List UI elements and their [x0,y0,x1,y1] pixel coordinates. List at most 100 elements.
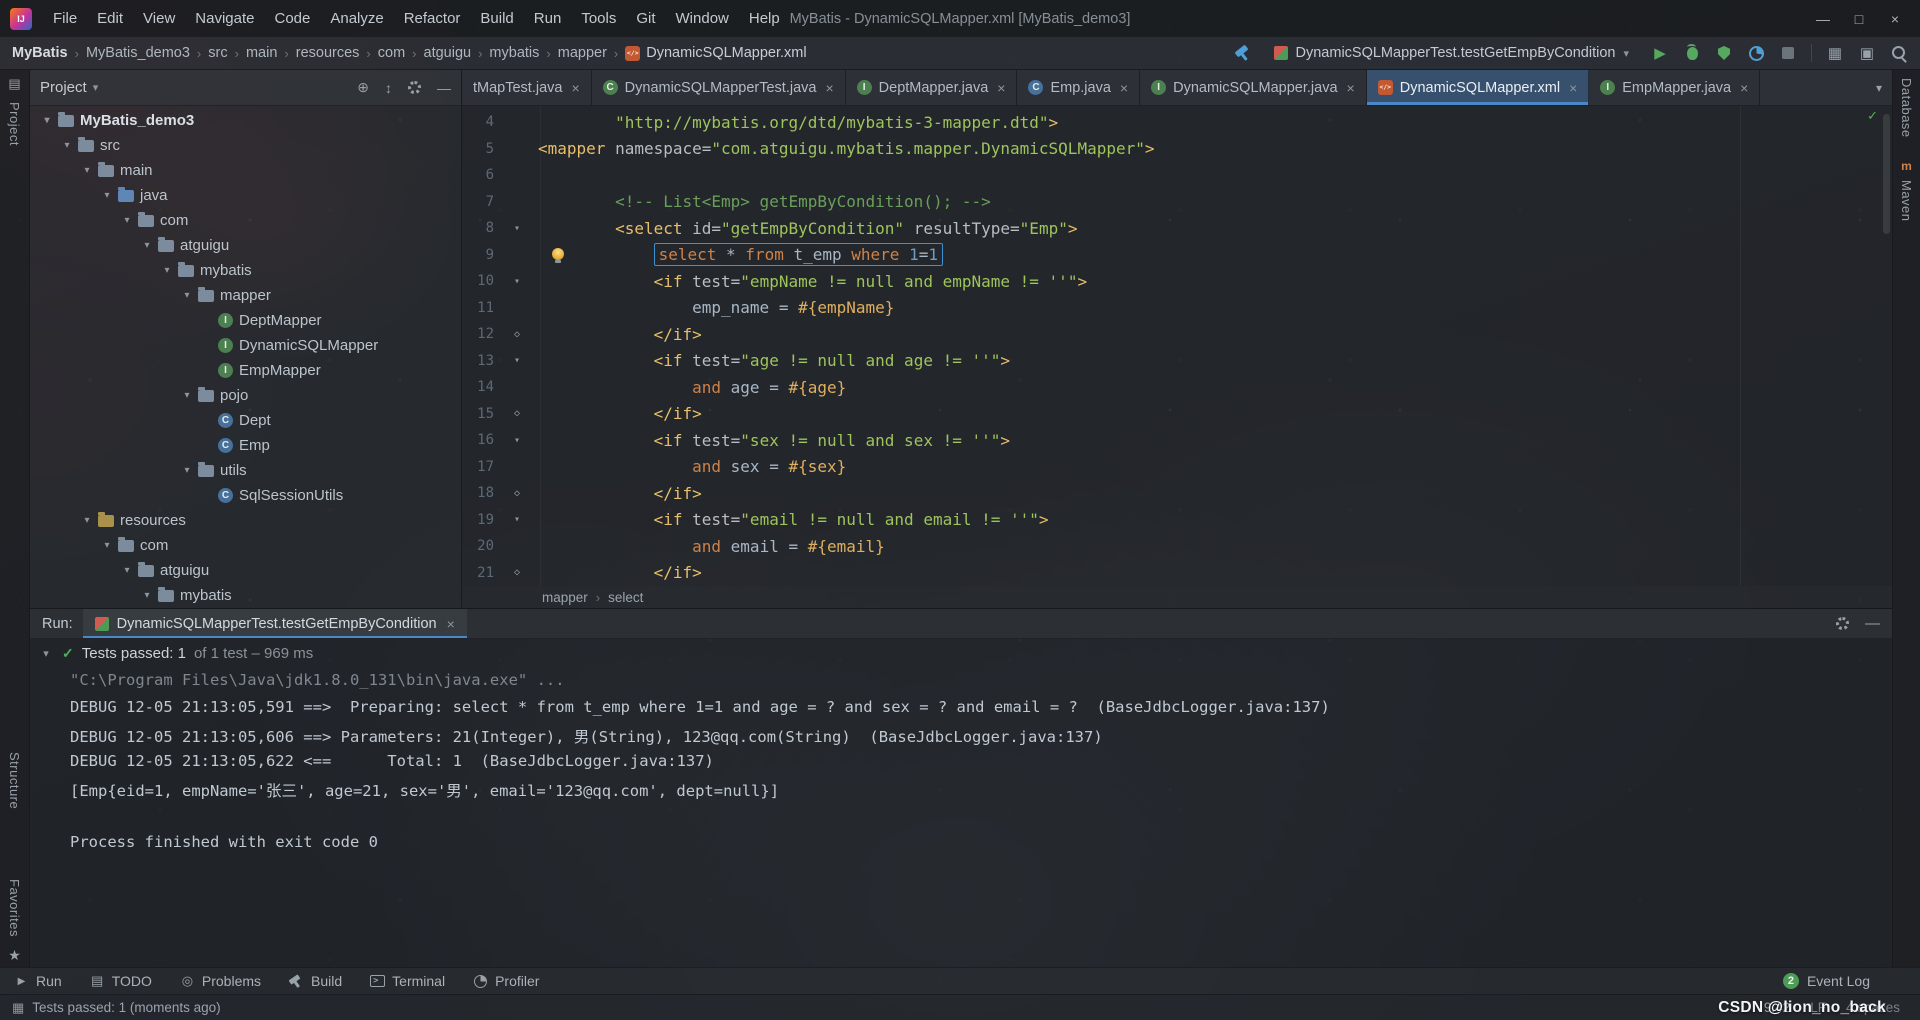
run-config-selector[interactable]: DynamicSQLMapperTest.testGetEmpByConditi… [1266,42,1637,64]
editor-tab[interactable]: IEmpMapper.java× [1589,70,1760,105]
code-line[interactable]: 16▾ <if test="sex != null and sex != ''"… [462,427,1892,454]
menu-run[interactable]: Run [525,7,571,30]
editor-tab[interactable]: IDeptMapper.java× [846,70,1018,105]
breadcrumb-tag-mapper[interactable]: mapper [542,590,588,605]
menu-code[interactable]: Code [265,7,319,30]
menu-git[interactable]: Git [627,7,664,30]
code-line[interactable]: 14 and age = #{age} [462,374,1892,401]
stripe-maven-button[interactable]: Maven [1899,180,1914,222]
fold-end-icon[interactable]: ◇ [496,329,538,340]
editor-tab[interactable]: IDynamicSQLMapper.java× [1140,70,1367,105]
breadcrumb-tag-select[interactable]: select [608,590,643,605]
close-tab-icon[interactable]: × [571,80,579,96]
fold-arrow-icon[interactable]: ▾ [496,276,538,287]
console-line[interactable]: Process finished with exit code 0 [70,833,1892,860]
tree-item[interactable]: ▾mybatis [30,258,461,283]
code-line[interactable]: 10▾ <if test="empName != null and empNam… [462,268,1892,295]
stripe-favorites-button[interactable]: Favorites [7,879,22,937]
toolwindow-switcher-icon[interactable]: ▦ [12,1000,24,1016]
code-line[interactable]: 15◇ </if> [462,401,1892,428]
collapse-all-icon[interactable]: ↕ [385,80,392,96]
hide-panel-icon[interactable]: — [437,80,451,96]
editor-tab[interactable]: tMapTest.java× [462,70,592,105]
close-button[interactable]: × [1880,11,1910,27]
tree-item[interactable]: ▾src [30,133,461,158]
code-line[interactable]: 8▾ <select id="getEmpByCondition" result… [462,215,1892,242]
toolwindow-button-build[interactable]: Build [289,973,342,989]
editor-scrollbar[interactable] [1883,114,1890,234]
locate-file-icon[interactable]: ⊕ [357,79,369,96]
tree-item[interactable]: ▾com [30,533,461,558]
close-icon[interactable]: × [447,616,455,632]
fold-arrow-icon[interactable]: ▾ [496,435,538,446]
fold-arrow-icon[interactable]: ▾ [496,514,538,525]
code-line[interactable]: 19▾ <if test="email != null and email !=… [462,507,1892,534]
code-line[interactable]: 4 "http://mybatis.org/dtd/mybatis-3-mapp… [462,109,1892,136]
tree-item[interactable]: ▾pojo [30,383,461,408]
run-button[interactable]: ▶ [1651,44,1669,62]
fold-arrow-icon[interactable]: ▾ [496,355,538,366]
tree-item[interactable]: IDeptMapper [30,308,461,333]
menu-build[interactable]: Build [471,7,522,30]
tree-item[interactable]: ▾com [30,208,461,233]
breadcrumb-item[interactable]: MyBatis_demo3 [86,45,190,61]
tree-item[interactable]: IEmpMapper [30,358,461,383]
tree-item[interactable]: CSqlSessionUtils [30,483,461,508]
gear-icon[interactable] [408,81,421,94]
fold-end-icon[interactable]: ◇ [496,408,538,419]
breadcrumb-item[interactable]: atguigu [424,45,472,61]
code-line[interactable]: 13▾ <if test="age != null and age != ''"… [462,348,1892,375]
menu-window[interactable]: Window [667,7,738,30]
maximize-button[interactable]: □ [1844,11,1874,27]
console-line[interactable] [70,806,1892,833]
menu-help[interactable]: Help [740,7,789,30]
code-line[interactable]: 11 emp_name = #{empName} [462,295,1892,322]
hide-panel-icon[interactable]: — [1865,615,1880,632]
toolwindow-button-problems[interactable]: Problems [180,973,261,989]
build-project-icon[interactable] [1234,44,1252,62]
menu-navigate[interactable]: Navigate [186,7,263,30]
code-line[interactable]: 17 and sex = #{sex} [462,454,1892,481]
menu-file[interactable]: File [44,7,86,30]
close-tab-icon[interactable]: × [1120,80,1128,96]
code-line[interactable]: 20 and email = #{email} [462,533,1892,560]
search-everywhere-icon[interactable] [1890,44,1908,62]
toolwindow-button-terminal[interactable]: Terminal [370,973,445,989]
breadcrumb-item[interactable]: resources [296,45,360,61]
toolwindow-button-todo[interactable]: TODO [90,973,152,989]
console-line[interactable]: [Emp{eid=1, empName='张三', age=21, sex='男… [70,779,1892,806]
profiler-button[interactable] [1747,44,1765,62]
tree-item[interactable]: ▾atguigu [30,233,461,258]
tool-windows-icon[interactable]: ▦ [1826,44,1844,62]
tree-item[interactable]: IDynamicSQLMapper [30,333,461,358]
chevron-down-icon[interactable]: ▾ [38,647,54,660]
breadcrumb-item[interactable]: main [246,45,277,61]
debug-button[interactable] [1683,44,1701,62]
console-line[interactable]: DEBUG 12-05 21:13:05,606 ==> Parameters:… [70,725,1892,752]
menu-view[interactable]: View [134,7,184,30]
breadcrumb-item[interactable]: mapper [558,45,607,61]
tree-item[interactable]: CDept [30,408,461,433]
project-view-selector[interactable]: Project [40,79,87,96]
code-line[interactable]: 9 select * from t_emp where 1=1 [462,242,1892,269]
breadcrumb-item[interactable]: com [378,45,405,61]
tree-item[interactable]: ▾main [30,158,461,183]
code-line[interactable]: 5<mapper namespace="com.atguigu.mybatis.… [462,136,1892,163]
tree-item[interactable]: CEmp [30,433,461,458]
event-log[interactable]: 2 Event Log [1783,973,1906,989]
tree-item[interactable]: ▾resources [30,508,461,533]
close-tab-icon[interactable]: × [1569,80,1577,96]
menu-refactor[interactable]: Refactor [395,7,470,30]
console-line[interactable]: "C:\Program Files\Java\jdk1.8.0_131\bin\… [70,671,1892,698]
code-line[interactable]: 6 [462,162,1892,189]
close-tab-icon[interactable]: × [997,80,1005,96]
editor-tab[interactable]: CEmp.java× [1017,70,1140,105]
editor-tab[interactable]: </>DynamicSQLMapper.xml× [1367,70,1590,105]
tab-list-chevron-icon[interactable]: ▾ [1866,81,1892,95]
stop-button[interactable] [1779,44,1797,62]
close-tab-icon[interactable]: × [1347,80,1355,96]
code-line[interactable]: 12◇ </if> [462,321,1892,348]
console-line[interactable]: DEBUG 12-05 21:13:05,591 ==> Preparing: … [70,698,1892,725]
close-tab-icon[interactable]: × [825,80,833,96]
breadcrumb-item[interactable]: mybatis [489,45,539,61]
